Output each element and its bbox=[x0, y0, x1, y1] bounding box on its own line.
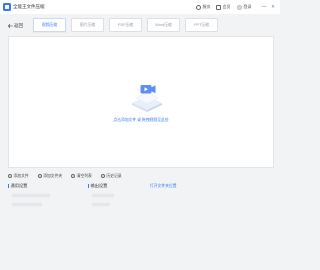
file-drop-zone[interactable]: 点击添加文件 或 拖拽视频至此处 bbox=[8, 36, 274, 168]
clear-list-label: 清空列表 bbox=[76, 173, 92, 178]
compress-type-tabs: 视频压缩 图片压缩 PDF压缩 Word压缩 PPT压缩 bbox=[33, 18, 218, 32]
add-folder-label: 添加文件夹 bbox=[43, 173, 63, 178]
common-settings-label: 通用设置 bbox=[10, 183, 28, 188]
plus-circle-icon bbox=[37, 174, 42, 178]
clear-list-button[interactable]: 清空列表 bbox=[71, 174, 92, 179]
title-bar: 全能王文件压缩 服务 会员 登录 — ✕ bbox=[0, 0, 280, 14]
setting-row-placeholder bbox=[12, 203, 42, 206]
login-label: 登录 bbox=[243, 4, 252, 9]
headset-icon bbox=[196, 4, 201, 10]
vip-button[interactable]: 会员 bbox=[216, 3, 231, 11]
add-file-button[interactable]: 添加文件 bbox=[8, 174, 29, 179]
clear-circle-icon bbox=[71, 174, 76, 178]
arrow-left-icon bbox=[8, 24, 13, 28]
avatar-icon bbox=[237, 4, 242, 10]
back-label: 返回 bbox=[14, 23, 23, 28]
tab-ppt[interactable]: PPT压缩 bbox=[185, 18, 218, 32]
tab-pdf[interactable]: PDF压缩 bbox=[109, 18, 142, 32]
setting-row-placeholder bbox=[92, 203, 110, 206]
top-nav: 返回 视频压缩 图片压缩 PDF压缩 Word压缩 PPT压缩 bbox=[0, 14, 280, 36]
history-button[interactable]: 历史记录 bbox=[100, 173, 122, 179]
service-button[interactable]: 服务 bbox=[196, 3, 211, 11]
setting-row-placeholder bbox=[12, 194, 50, 197]
add-folder-button[interactable]: 添加文件夹 bbox=[37, 173, 63, 179]
video-upload-icon bbox=[132, 85, 162, 112]
common-settings-title: 通用设置 bbox=[8, 183, 27, 189]
section-marker bbox=[88, 183, 89, 189]
plus-circle-icon bbox=[8, 174, 12, 178]
tab-image[interactable]: 图片压缩 bbox=[71, 18, 104, 32]
app-logo-icon bbox=[3, 3, 11, 11]
service-label: 服务 bbox=[202, 4, 211, 9]
back-button[interactable]: 返回 bbox=[8, 23, 23, 29]
login-button[interactable]: 登录 bbox=[237, 3, 252, 11]
app-title: 全能王文件压缩 bbox=[13, 4, 45, 9]
vip-icon bbox=[216, 4, 221, 10]
section-marker bbox=[8, 183, 9, 189]
drop-hint-text[interactable]: 点击添加文件 或 拖拽视频至此处 bbox=[9, 118, 273, 123]
tab-video[interactable]: 视频压缩 bbox=[33, 18, 66, 32]
setting-row-placeholder bbox=[92, 194, 114, 197]
output-settings-title: 输出设置 bbox=[88, 183, 107, 189]
vip-label: 会员 bbox=[222, 4, 231, 9]
output-settings-label: 输出设置 bbox=[90, 183, 108, 188]
history-label: 历史记录 bbox=[106, 173, 122, 178]
add-file-label: 添加文件 bbox=[13, 173, 29, 178]
open-folder-link[interactable]: 打开文件夹位置 bbox=[150, 184, 177, 189]
close-button[interactable]: ✕ bbox=[270, 3, 276, 11]
clock-icon bbox=[100, 174, 105, 178]
minimize-button[interactable]: — bbox=[261, 3, 267, 11]
action-bar: 添加文件 添加文件夹 清空列表 历史记录 bbox=[8, 172, 131, 180]
tab-word[interactable]: Word压缩 bbox=[147, 18, 180, 32]
